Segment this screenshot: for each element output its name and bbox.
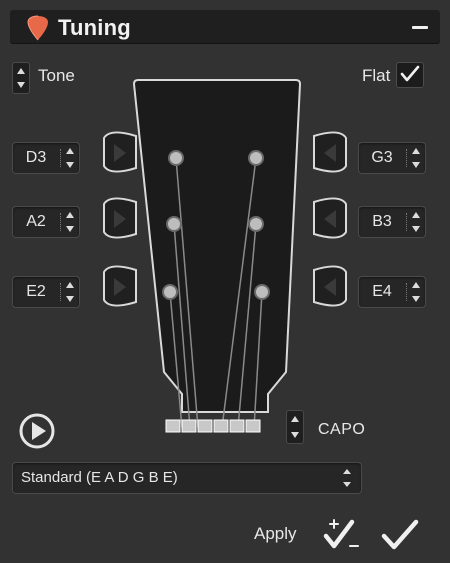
collapse-button[interactable]	[410, 20, 430, 34]
arrow-up-icon	[66, 282, 74, 288]
minus-icon	[412, 26, 428, 29]
note-stepper[interactable]	[409, 281, 423, 303]
panel-titlebar: Tuning	[10, 10, 440, 44]
string-note-value: E2	[26, 283, 46, 300]
flat-label: Flat	[362, 66, 391, 85]
note-stepper[interactable]	[409, 211, 423, 233]
string-note-g3[interactable]: G3	[358, 142, 426, 174]
string-note-b3[interactable]: B3	[358, 206, 426, 238]
arrow-down-icon	[291, 432, 299, 438]
apply-label: Apply	[254, 524, 297, 543]
nut	[165, 419, 261, 433]
flat-checkbox[interactable]	[396, 62, 424, 88]
string-note-value: B3	[372, 213, 392, 230]
string-note-d3[interactable]: D3	[12, 142, 80, 174]
note-stepper[interactable]	[409, 147, 423, 169]
arrow-down-icon	[66, 162, 74, 168]
string-note-value: D3	[25, 149, 47, 166]
tuning-panel: Tuning Tone Flat D3 A2 E2 G3 B3 E4 CAPO …	[0, 0, 450, 563]
panel-title: Tuning	[58, 15, 131, 40]
play-button[interactable]	[18, 412, 56, 450]
arrow-up-icon	[291, 416, 299, 422]
tone-stepper[interactable]	[12, 62, 30, 94]
arrow-up-icon	[412, 282, 420, 288]
apply-check-plus-minus-button[interactable]	[320, 516, 364, 554]
arrow-down-icon	[66, 226, 74, 232]
arrow-up-icon	[412, 148, 420, 154]
checkmark-icon	[381, 519, 419, 550]
note-stepper[interactable]	[63, 147, 77, 169]
guitar-headstock	[103, 79, 347, 433]
guitar-pick-icon	[27, 15, 48, 41]
arrow-down-icon	[412, 296, 420, 302]
check-plus-minus-icon	[323, 519, 359, 549]
string-note-a2[interactable]: A2	[12, 206, 80, 238]
select-arrows-icon	[341, 467, 353, 489]
arrow-down-icon	[17, 82, 25, 88]
note-stepper[interactable]	[63, 281, 77, 303]
tuning-preset-select[interactable]: Standard (E A D G B E)	[12, 462, 362, 494]
string-note-value: G3	[371, 149, 393, 166]
string-note-value: A2	[26, 213, 46, 230]
tuning-preset-value: Standard (E A D G B E)	[21, 469, 178, 486]
checkmark-icon	[400, 65, 420, 82]
arrow-up-icon	[17, 68, 25, 74]
arrow-down-icon	[412, 162, 420, 168]
string-note-e2[interactable]: E2	[12, 276, 80, 308]
capo-label: CAPO	[318, 421, 366, 438]
arrow-down-icon	[66, 296, 74, 302]
arrow-up-icon	[66, 212, 74, 218]
arrow-up-icon	[412, 212, 420, 218]
capo-stepper[interactable]	[286, 410, 304, 444]
note-stepper[interactable]	[63, 211, 77, 233]
arrow-up-icon	[66, 148, 74, 154]
apply-check-button[interactable]	[378, 516, 422, 554]
arrow-down-icon	[412, 226, 420, 232]
string-note-value: E4	[372, 283, 392, 300]
tone-label: Tone	[38, 66, 75, 85]
string-note-e4[interactable]: E4	[358, 276, 426, 308]
play-icon	[32, 422, 46, 440]
